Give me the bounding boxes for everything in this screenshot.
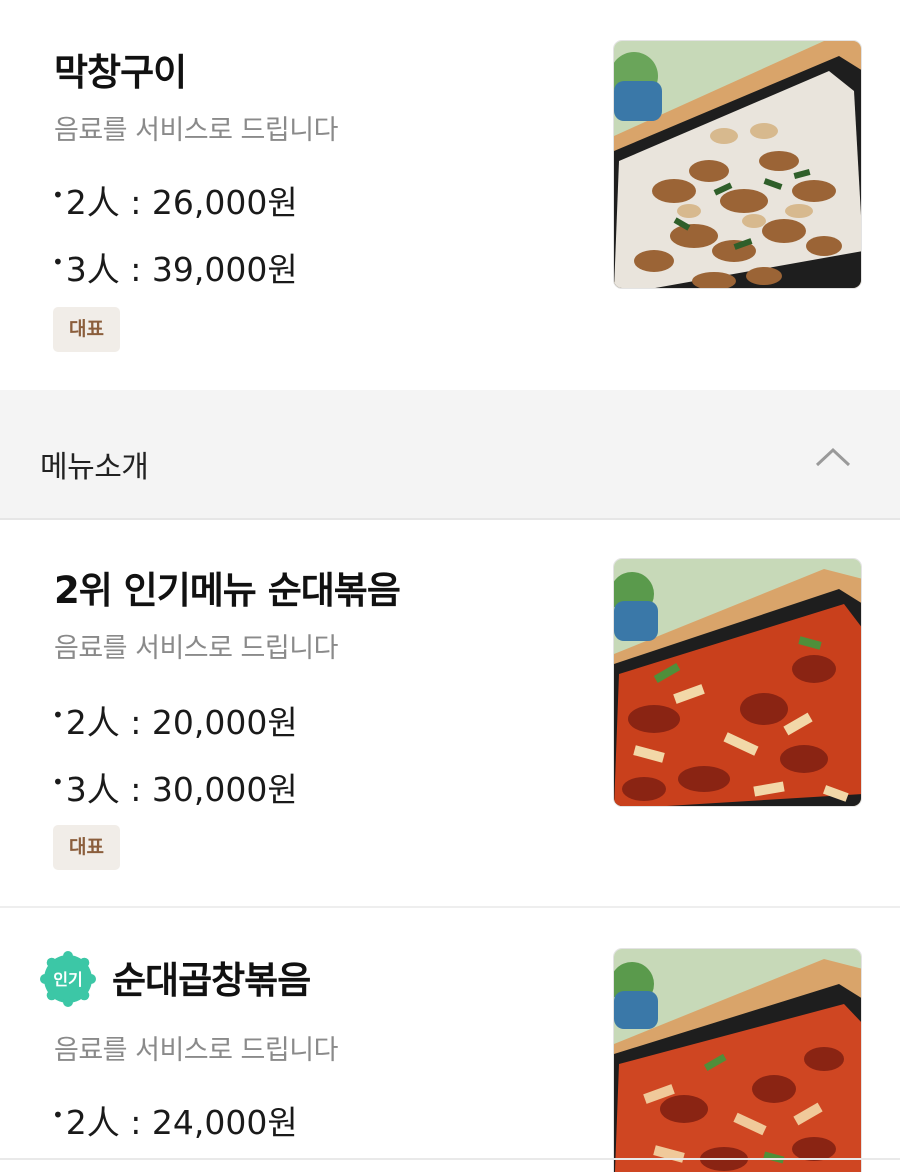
price-text: 2人 : 24,000원 [65,1103,298,1142]
food-photo-illustration [614,41,861,288]
popular-badge: 인기 [40,951,96,1007]
price-text: 3人 : 39,000원 [65,250,298,289]
menu-item-price: •3人 : 30,000원 [52,763,298,811]
menu-item-title: 2위 인기메뉴 순대볶음 [54,569,401,612]
menu-item-description: 음료를 서비스로 드립니다 [54,115,338,146]
bullet-icon: • [52,183,64,207]
menu-item-price: •2人 : 24,000원 [52,1096,298,1144]
menu-item-title: 막창구이 [54,51,187,94]
popular-badge-label: 인기 [53,970,82,989]
menu-item-sundae-bokkeum[interactable]: 2위 인기메뉴 순대볶음 음료를 서비스로 드립니다 •2人 : 20,000원… [0,520,900,908]
signature-badge: 대표 [53,307,120,352]
menu-item-price: •2人 : 20,000원 [52,696,298,744]
menu-item-price: •3人 : 39,000원 [52,243,298,291]
price-text: 2人 : 26,000원 [65,183,298,222]
menu-item-makchang[interactable]: 막창구이 음료를 서비스로 드립니다 •2人 : 26,000원 •3人 : 3… [0,0,900,390]
divider [0,1158,900,1160]
bullet-icon: • [52,703,64,727]
bullet-icon: • [52,1103,64,1127]
spicy-sundae-stir-fry-photo[interactable] [613,558,862,807]
menu-item-description: 음료를 서비스로 드립니다 [54,633,338,664]
menu-item-price: •2人 : 26,000원 [52,176,298,224]
menu-item-description: 음료를 서비스로 드립니다 [54,1035,338,1066]
food-photo-illustration [614,559,861,806]
signature-badge: 대표 [53,825,120,870]
menu-item-title: 순대곱창볶음 [112,959,311,1002]
menu-item-sundae-gopchang[interactable]: 인기 순대곱창볶음 음료를 서비스로 드립니다 •2人 : 24,000원 [0,910,900,1172]
price-text: 3人 : 30,000원 [65,770,298,809]
chevron-up-icon[interactable] [815,445,851,469]
food-photo-illustration [614,949,861,1172]
price-text: 2人 : 20,000원 [65,703,298,742]
section-title: 메뉴소개 [40,450,149,485]
bullet-icon: • [52,250,64,274]
grilled-makchang-photo[interactable] [613,40,862,289]
sundae-gopchang-stir-fry-photo[interactable] [613,948,862,1172]
bullet-icon: • [52,770,64,794]
